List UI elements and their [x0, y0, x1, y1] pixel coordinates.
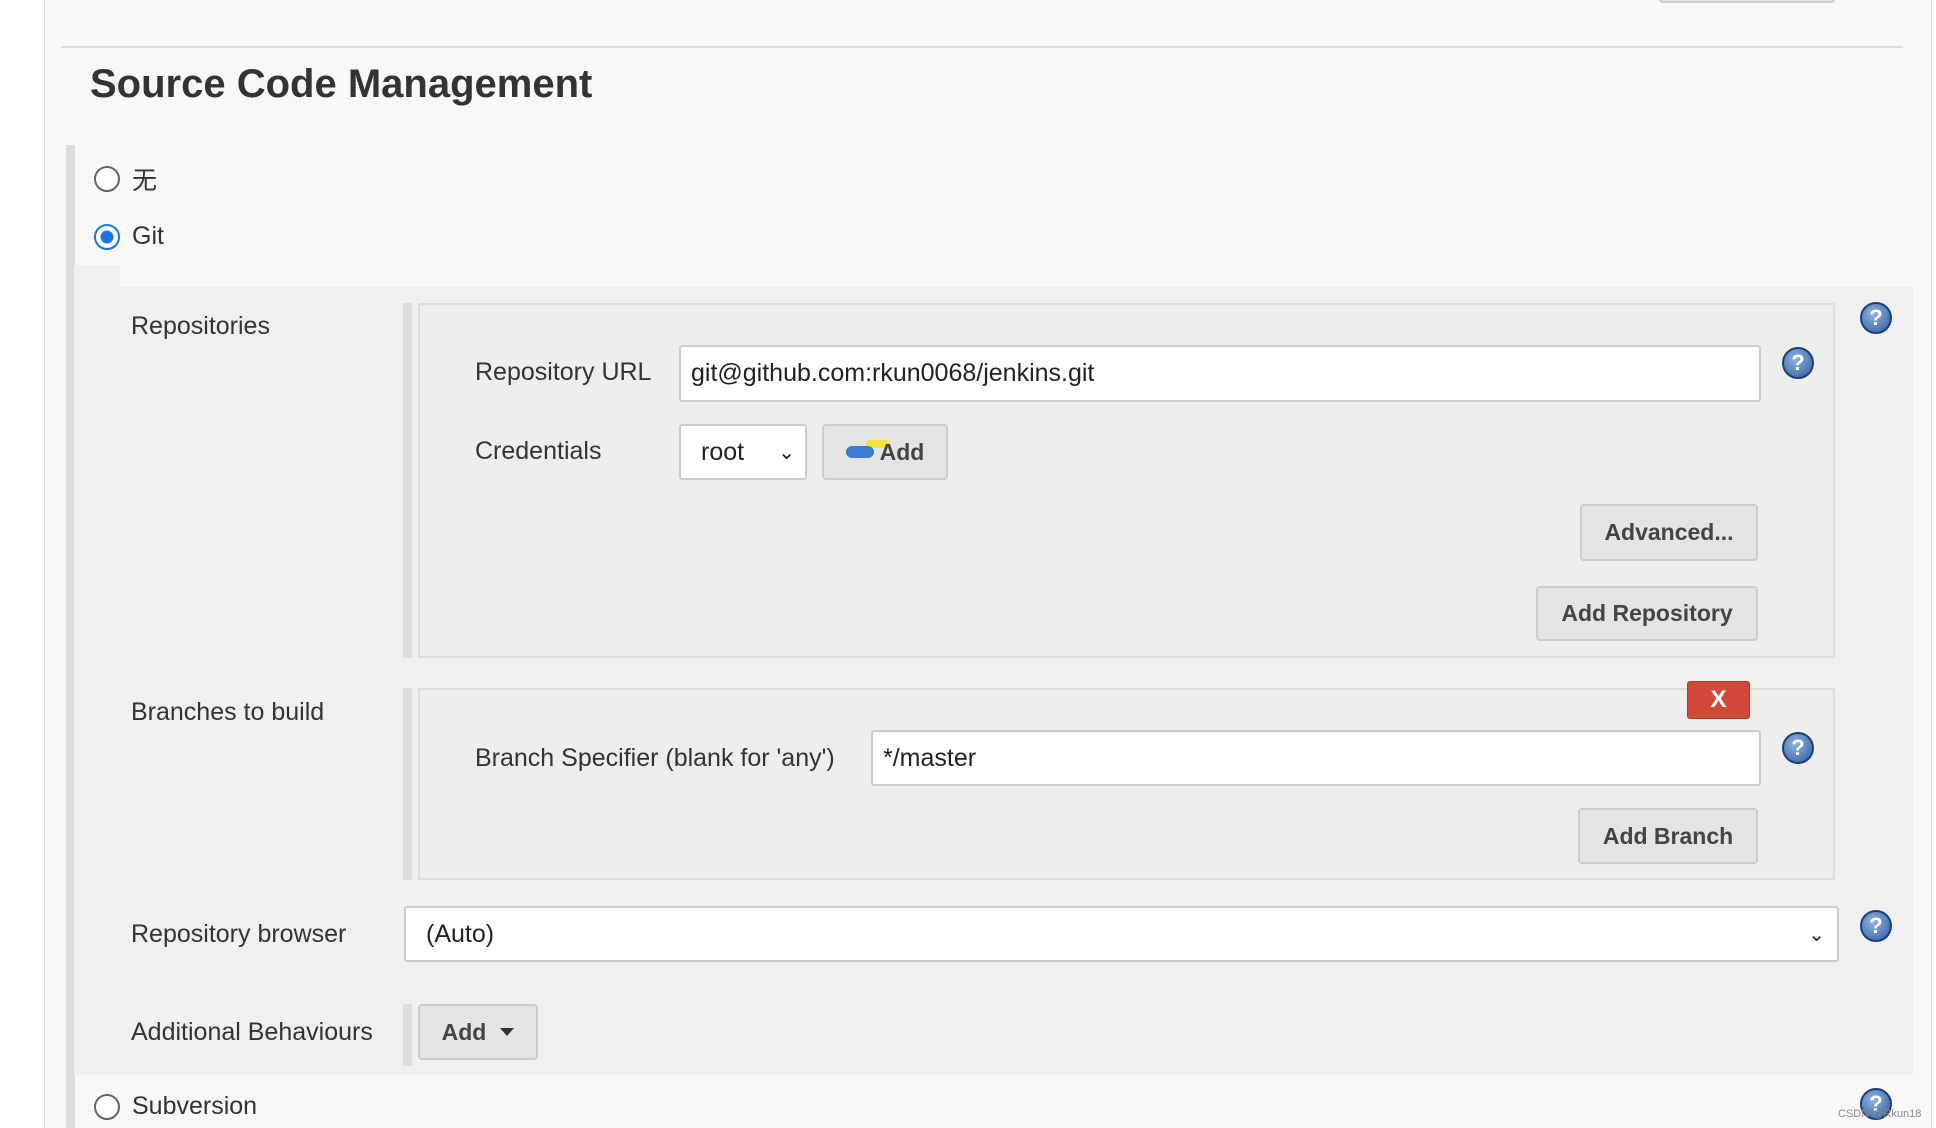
radio-label: 无	[132, 167, 158, 195]
section-title: Source Code Management	[90, 62, 593, 106]
additional-add-button[interactable]: Add	[418, 1004, 538, 1060]
branch-specifier-label: Branch Specifier (blank for 'any')	[475, 744, 835, 772]
help-icon[interactable]: ?	[1782, 347, 1814, 379]
repository-url-input[interactable]: git@github.com:rkun0068/jenkins.git	[679, 345, 1761, 402]
top-button-partial[interactable]	[1659, 0, 1835, 3]
delete-branch-button[interactable]: X	[1687, 681, 1750, 719]
radio-label: Git	[132, 222, 164, 250]
radio-git[interactable]: Git	[94, 222, 164, 251]
repository-browser-value: (Auto)	[426, 919, 495, 948]
help-icon[interactable]: ?	[1782, 732, 1814, 764]
chevron-down-icon: ⌄	[1808, 923, 1825, 946]
button-label: Add	[441, 1018, 487, 1045]
key-icon	[845, 446, 874, 458]
advanced-button[interactable]: Advanced...	[1580, 504, 1758, 561]
repository-browser-label: Repository browser	[131, 920, 347, 948]
add-repository-button[interactable]: Add Repository	[1536, 586, 1758, 641]
add-branch-button[interactable]: Add Branch	[1578, 808, 1758, 864]
repositories-label: Repositories	[131, 312, 270, 340]
branches-bar	[403, 688, 412, 880]
radio-label: Subversion	[132, 1092, 258, 1120]
git-section-notch	[74, 265, 120, 287]
credentials-select[interactable]: root ⌄	[679, 424, 807, 480]
repositories-bar	[403, 303, 412, 658]
credentials-label: Credentials	[475, 437, 602, 465]
radio-button[interactable]	[94, 223, 120, 250]
chevron-down-icon: ⌄	[778, 441, 795, 464]
credentials-add-button[interactable]: Add	[822, 424, 948, 480]
additional-bar	[403, 1004, 412, 1066]
button-label: Add	[879, 438, 925, 465]
help-icon[interactable]: ?	[1860, 910, 1892, 942]
help-icon[interactable]: ?	[1860, 302, 1892, 334]
credentials-value: root	[701, 437, 745, 466]
branches-label: Branches to build	[131, 698, 325, 726]
radio-button[interactable]	[94, 1093, 120, 1120]
branch-specifier-input[interactable]: */master	[871, 730, 1761, 786]
additional-behaviours-label: Additional Behaviours	[131, 1018, 373, 1046]
radio-subversion[interactable]: Subversion	[94, 1092, 257, 1121]
watermark: CSDN @Rkun18	[1838, 1108, 1922, 1120]
repository-browser-select[interactable]: (Auto) ⌄	[404, 906, 1839, 962]
caret-down-icon	[500, 1028, 515, 1036]
repository-url-label: Repository URL	[475, 358, 652, 386]
radio-button[interactable]	[94, 166, 120, 192]
divider	[61, 46, 1903, 48]
radio-none[interactable]: 无	[94, 161, 157, 197]
